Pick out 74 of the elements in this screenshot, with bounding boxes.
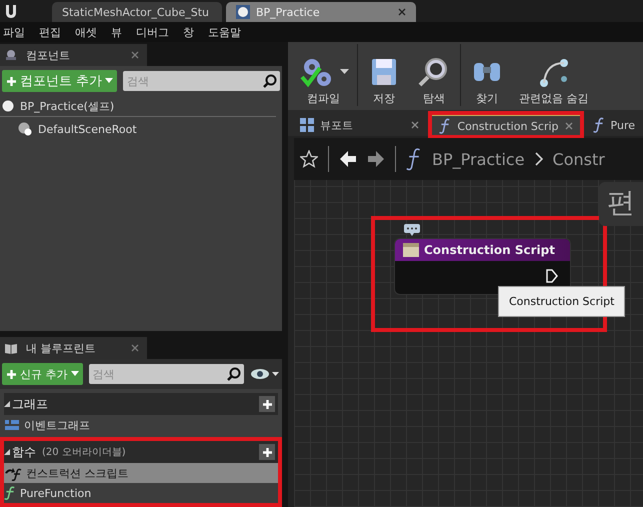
menu-item[interactable]: 뷰	[111, 24, 122, 40]
breadcrumb-item[interactable]: BP_Practice	[432, 150, 525, 168]
chevron-icon	[534, 152, 543, 166]
function-icon	[592, 117, 605, 133]
toolbar-button[interactable]: 탐색	[410, 55, 458, 106]
add-button[interactable]	[259, 396, 275, 412]
function-icon	[439, 118, 452, 134]
menu-item[interactable]: 애셋	[75, 24, 97, 40]
tree-item[interactable]: DefaultSceneRoot	[38, 122, 137, 136]
section-header[interactable]: 그래프	[4, 393, 278, 415]
panel-tab[interactable]: 내 블루프린트	[0, 337, 147, 359]
back-arrow-icon[interactable]	[339, 150, 357, 168]
panel-tab[interactable]: 컴포넌트	[0, 44, 147, 66]
node-title: Construction Script	[424, 243, 555, 257]
menu-item[interactable]: 디버그	[136, 24, 169, 40]
tree-item[interactable]: BP_Practice(셀프)	[20, 98, 114, 114]
sphere-icon	[2, 100, 14, 112]
eye-icon[interactable]	[250, 368, 280, 380]
search-field[interactable]: 검색	[123, 71, 260, 91]
book-icon	[4, 342, 18, 354]
toolbar-button[interactable]: 저장	[360, 55, 408, 106]
plus-icon	[262, 398, 272, 410]
collapse-arrow-icon	[4, 449, 10, 455]
arrow-function-icon	[4, 466, 22, 480]
graph-title-text: 편	[599, 182, 643, 226]
scene-root-icon	[18, 122, 32, 136]
close-icon[interactable]	[131, 344, 139, 352]
graph-tab[interactable]: Construction Scrip	[431, 114, 581, 136]
section-title: 그래프	[12, 396, 48, 412]
engine-logo-icon	[4, 3, 18, 19]
list-item[interactable]: 컨스트럭션 스크립트	[4, 463, 278, 483]
plus-icon	[262, 446, 272, 458]
toolbar-button[interactable]: 찾기	[463, 55, 511, 106]
graph-icon	[4, 419, 20, 431]
toolbar-button[interactable]: 컴파일	[292, 55, 355, 106]
caret-icon	[105, 78, 114, 84]
close-icon[interactable]	[131, 51, 139, 59]
override-count: (20 오버라이더블)	[42, 446, 126, 459]
component-icon	[4, 49, 18, 61]
menu-item[interactable]: 파일	[3, 24, 25, 40]
tooltip: Construction Script	[498, 286, 626, 317]
caret-icon	[70, 371, 78, 377]
sphere-icon	[236, 5, 250, 19]
collapse-arrow-icon	[4, 401, 10, 407]
toolbar-button[interactable]: 관련없음 숨김	[513, 55, 594, 106]
box-icon	[403, 243, 419, 257]
document-tab[interactable]: StaticMeshActor_Cube_Stu	[52, 2, 222, 22]
star-icon[interactable]	[300, 150, 318, 168]
caret-icon	[340, 69, 349, 75]
section-title: 함수	[12, 444, 36, 460]
search-button[interactable]	[260, 71, 280, 91]
grid-icon	[300, 118, 314, 132]
add-button[interactable]	[259, 444, 275, 460]
section-header[interactable]: 함수 (20 오버라이더블)	[4, 441, 278, 463]
function-icon	[406, 147, 422, 171]
document-tab[interactable]: BP_Practice	[226, 2, 416, 22]
close-icon[interactable]	[398, 8, 406, 16]
comment-bubble-icon	[404, 224, 420, 236]
search-icon	[263, 74, 277, 88]
plus-icon	[6, 76, 17, 86]
function-icon	[4, 486, 16, 500]
search-icon	[227, 367, 241, 381]
graph-node[interactable]: Construction Script	[394, 238, 571, 295]
menu-item[interactable]: 도움말	[208, 24, 241, 40]
exec-pin-icon[interactable]	[546, 269, 558, 283]
menu-item[interactable]: 창	[183, 24, 194, 40]
close-icon[interactable]	[411, 121, 420, 129]
plus-icon	[6, 368, 17, 380]
close-icon[interactable]	[564, 122, 573, 130]
search-field[interactable]: 검색	[88, 364, 224, 384]
breadcrumb-item[interactable]: Constr	[552, 150, 605, 168]
search-button[interactable]	[224, 364, 244, 384]
forward-arrow-icon[interactable]	[367, 150, 385, 168]
menu-item[interactable]: 편집	[39, 24, 61, 40]
